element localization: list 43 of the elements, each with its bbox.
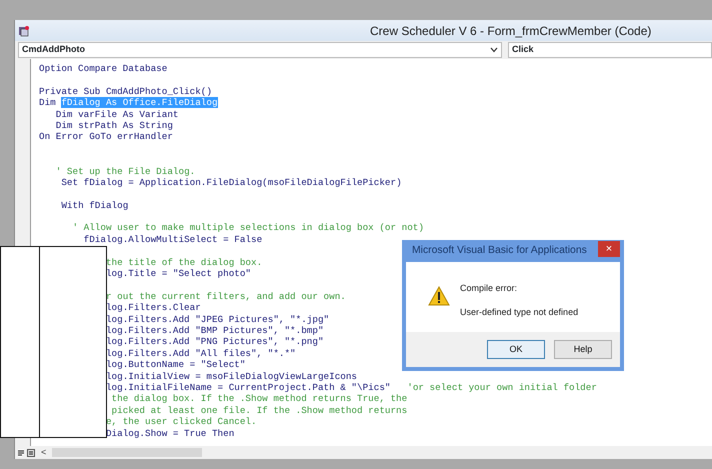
comment-text: r out the current filters, and add our own. [106,290,346,302]
code-text: log.Filters.Add "JPEG Pictures", "*.jpg" [106,314,330,325]
code-text: Dim [39,97,56,108]
warning-icon [428,286,450,306]
close-button[interactable]: × [598,240,620,256]
comment-text: picked at least one file. If the .Show method returns [112,404,408,416]
code-text: log.ButtonName = "Select" [106,359,246,370]
code-text: On Error GoTo errHandler [39,131,173,142]
window-title: Crew Scheduler V 6 - Form_frmCrewMember (Code) [370,22,652,40]
code-text: log.InitialFileName = CurrentProject.Path & "\Pics" [106,382,390,393]
dialog-button[interactable]: Help [554,340,612,359]
scrollbar-thumb[interactable] [52,448,202,457]
procedure-dropdown[interactable]: Click [508,42,712,58]
code-text: log.Title = "Select photo" [106,268,252,280]
procedure-view-icon[interactable] [17,448,25,456]
comment-text: 'or select your own initial folder [407,382,597,393]
selected-text: fDialog As Office.FileDialog [61,97,218,108]
app-icon [18,24,30,36]
code-text: log.Filters.Add "All files", "*.*" [106,348,296,359]
code-text: Set fDialog = Application.FileDialog(msoFileDialogFilePicker) [61,176,402,188]
code-text: fDialog.AllowMultiSelect = False [84,234,262,245]
comment-text: ' Set up the File Dialog. [56,166,196,177]
module-view-icon[interactable] [27,448,35,456]
code-text: log.Filters.Clear [106,302,201,314]
chevron-icon [490,47,498,53]
code-text: log.Filters.Add "PNG Pictures", "*.png" [106,336,324,348]
code-text: Dim strPath As String [56,120,173,131]
comment-text: ' Allow user to make multiple selections in dialog box (or not) [72,222,424,234]
comment-text: the dialog box. If the .Show method returns True, the [112,393,408,404]
dialog-button[interactable]: OK [487,340,545,359]
error-heading: Compile error: [460,282,518,295]
scroll-left-button[interactable]: < [37,447,50,458]
comment-text: the title of the dialog box. [106,256,262,268]
code-text: log.InitialView = msoFileDialogViewLargeIcons [106,370,358,382]
code-text: Private Sub CmdAddPhoto_Click() [39,86,212,97]
object-dropdown[interactable]: CmdAddPhoto [18,42,502,58]
code-text: With fDialog [61,200,128,211]
code-text: Dialog.Show = True Then [106,428,234,438]
code-text: log.Filters.Add "BMP Pictures", "*.bmp" [106,324,324,336]
code-text: Option Compare Database [39,63,168,74]
dialog-title: Microsoft Visual Basic for Applications [411,244,587,258]
error-message: User-defined type not defined [460,306,578,319]
code-text: Dim varFile As Variant [56,108,178,120]
